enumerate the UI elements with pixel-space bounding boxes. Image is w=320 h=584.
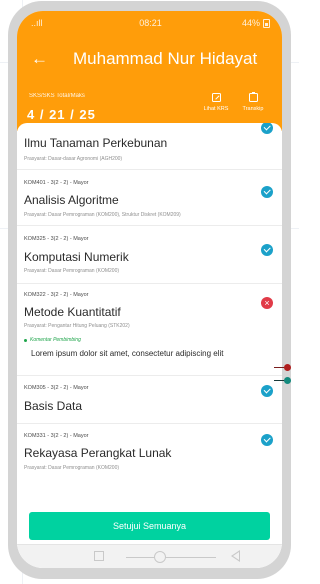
battery-percent: 44% (241, 18, 260, 28)
callout-dot (284, 377, 291, 384)
page-title: Muhammad Nur Hidayat (73, 49, 258, 68)
transcript-label: Transkip (242, 106, 264, 112)
approved-check-icon[interactable] (261, 186, 273, 198)
course-code: KOM305 - 3(2 - 2) - Mayor (24, 385, 89, 391)
approve-all-button[interactable]: Setujui Semuanya (29, 512, 270, 540)
course-prereq: Prasyarat: Pengantar Hitung Peluang (STK… (24, 323, 130, 329)
course-name: Komputasi Numerik (24, 250, 129, 264)
list-item[interactable]: KOM331 - 3(2 - 2) - Mayor Rekayasa Peran… (17, 423, 282, 483)
advisor-comment-label: Komentar Pembimbing (24, 337, 81, 343)
list-item[interactable]: Ilmu Tanaman Perkebunan Prasyarat: Dasar… (17, 123, 282, 170)
edit-icon (211, 93, 221, 102)
course-name: Ilmu Tanaman Perkebunan (24, 136, 168, 150)
list-item[interactable]: KOM322 - 3(2 - 2) - Mayor Metode Kuantit… (17, 283, 282, 376)
list-item[interactable]: KOM305 - 3(2 - 2) - Mayor Basis Data (17, 375, 282, 424)
approved-check-icon[interactable] (261, 244, 273, 256)
course-list: Ilmu Tanaman Perkebunan Prasyarat: Dasar… (17, 123, 282, 568)
course-code: KOM401 - 3(2 - 2) - Mayor (24, 180, 89, 186)
recent-apps-icon[interactable] (94, 551, 104, 561)
app-header: ..ıll 08:21 44% ← Muhammad Nur Hidayat S… (17, 11, 282, 131)
callout-line (274, 364, 291, 371)
status-bar: ..ıll 08:21 44% (31, 16, 270, 30)
clipboard-icon (248, 92, 258, 102)
course-prereq: Prasyarat: Dasar Pemrograman (KOM200), S… (24, 212, 181, 218)
status-time: 08:21 (139, 18, 162, 28)
home-icon[interactable] (154, 551, 166, 563)
arrow-left-icon[interactable]: ← (31, 48, 55, 70)
view-krs-button[interactable]: Lihat KRS (201, 93, 231, 112)
advisor-comment: Lorem ipsum dolor sit amet, consectetur … (31, 349, 224, 358)
callout-line (274, 377, 291, 384)
phone-screen: ..ıll 08:21 44% ← Muhammad Nur Hidayat S… (17, 11, 282, 568)
title-bar: ← Muhammad Nur Hidayat (31, 48, 272, 70)
approved-check-icon[interactable] (261, 385, 273, 397)
comment-dot-icon (24, 338, 27, 342)
rejected-x-icon[interactable]: × (261, 297, 273, 309)
system-nav-bar (17, 544, 282, 568)
course-name: Rekayasa Perangkat Lunak (24, 446, 172, 460)
nav-divider (126, 557, 216, 558)
course-code: KOM325 - 3(2 - 2) - Mayor (24, 236, 89, 242)
course-name: Basis Data (24, 399, 83, 413)
course-prereq: Prasyarat: Dasar Pemrograman (KOM200) (24, 465, 120, 471)
battery-status: 44% (242, 18, 270, 28)
course-prereq: Prasyarat: Dasar Pemrograman (KOM200) (24, 268, 120, 274)
battery-icon (263, 18, 270, 28)
list-item[interactable]: KOM325 - 3(2 - 2) - Mayor Komputasi Nume… (17, 225, 282, 284)
course-code: KOM331 - 3(2 - 2) - Mayor (24, 433, 89, 439)
sks-label: SKS/SKS Total/Maks (29, 93, 85, 99)
course-code: KOM322 - 3(2 - 2) - Mayor (24, 292, 89, 298)
approved-check-icon[interactable] (261, 123, 273, 134)
phone-frame: ..ıll 08:21 44% ← Muhammad Nur Hidayat S… (8, 1, 291, 579)
callout-dot (284, 364, 291, 371)
course-name: Analisis Algoritme (24, 193, 119, 207)
course-name: Metode Kuantitatif (24, 305, 121, 319)
list-item[interactable]: KOM401 - 3(2 - 2) - Mayor Analisis Algor… (17, 169, 282, 226)
course-prereq: Prasyarat: Dasar-dasar Agronomi (AGH200) (24, 156, 123, 162)
view-krs-label: Lihat KRS (203, 106, 229, 112)
transcript-button[interactable]: Transkip (238, 92, 268, 112)
back-icon[interactable] (231, 550, 240, 562)
sks-value: 4 / 21 / 25 (27, 107, 96, 122)
approved-check-icon[interactable] (261, 434, 273, 446)
signal-indicator: ..ıll (31, 18, 43, 28)
